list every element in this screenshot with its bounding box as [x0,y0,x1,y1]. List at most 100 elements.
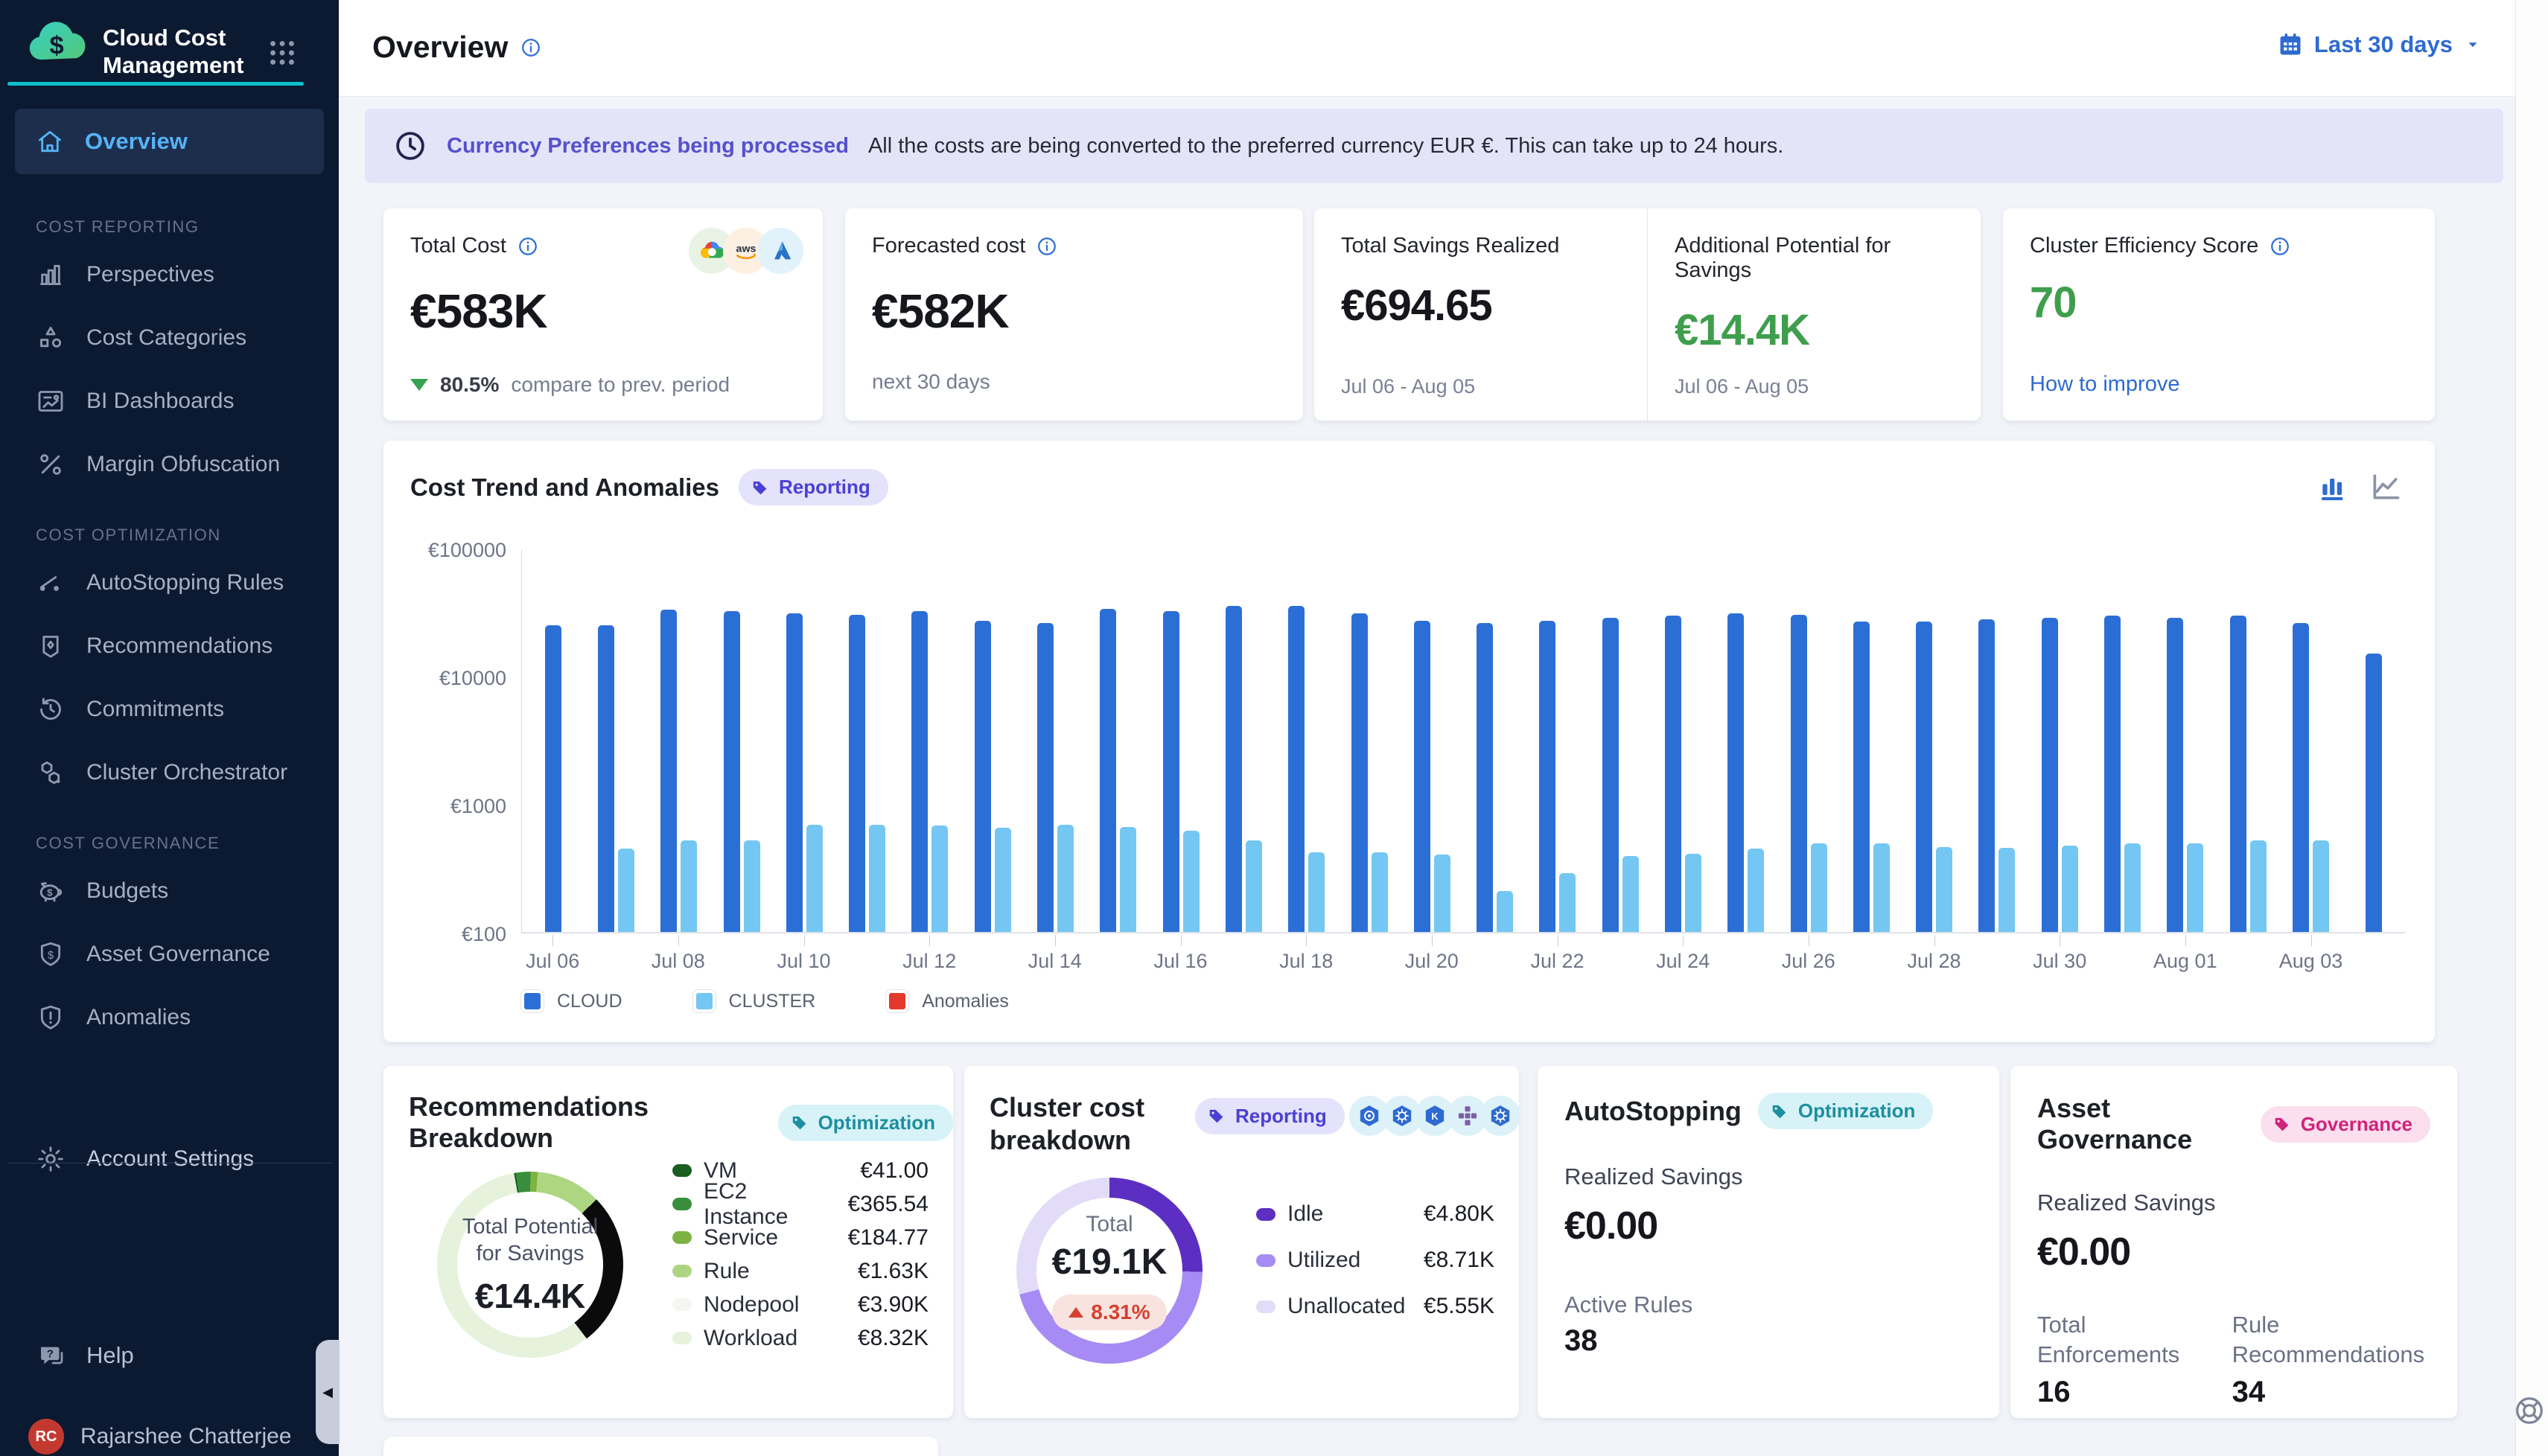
recommendations-donut-chart[interactable]: Total Potential for Savings €14.4K [437,1172,623,1358]
bar-cloud[interactable] [2293,623,2309,932]
chart-bar-group[interactable] [961,549,1024,932]
support-lifebuoy-icon[interactable] [2512,1393,2547,1428]
bar-cluster[interactable] [869,825,885,932]
chart-bar-group[interactable] [1840,549,1902,932]
bar-cluster[interactable] [2187,843,2203,932]
line-chart-toggle-icon[interactable] [2369,470,2402,503]
bar-cluster[interactable] [2062,846,2078,932]
chart-bar-group[interactable] [1463,549,1526,932]
legend-row-utilized[interactable]: Utilized€8.71K [1256,1237,1494,1283]
chart-bar-group[interactable] [1589,549,1652,932]
sidebar-item-asset-governance[interactable]: $Asset Governance [0,922,339,986]
legend-row-workload[interactable]: Workload€8.32K [672,1321,929,1355]
bar-cloud[interactable] [2167,618,2183,932]
bar-cluster[interactable] [1246,840,1262,932]
bar-cloud[interactable] [1477,623,1493,932]
bar-cloud[interactable] [1978,619,1995,932]
chart-bar-group[interactable] [1652,549,1714,932]
bar-cloud[interactable] [1727,613,1744,933]
bar-cluster[interactable] [1372,852,1388,932]
chart-bar-group[interactable] [1526,549,1589,932]
bar-cluster[interactable] [681,840,697,932]
bar-cluster[interactable] [1811,843,1827,932]
chart-bar-group[interactable] [2154,549,2217,932]
info-icon[interactable] [1036,235,1058,258]
legend-item-cloud[interactable]: CLOUD [521,990,622,1012]
bar-cluster[interactable] [806,825,823,932]
bar-cloud[interactable] [1163,611,1179,932]
bar-cloud[interactable] [660,610,677,932]
user-menu[interactable]: RC Rajarshee Chatterjee [28,1419,292,1455]
sidebar-item-overview[interactable]: Overview [15,109,324,174]
chart-bar-group[interactable] [773,549,835,932]
bar-cluster[interactable] [1873,843,1890,932]
bar-cloud[interactable] [1539,621,1555,932]
date-range-selector[interactable]: Last 30 days [2277,31,2482,58]
bar-cluster[interactable] [995,828,1011,932]
chart-bar-group[interactable] [1338,549,1401,932]
bar-cluster[interactable] [744,840,760,932]
bar-cloud[interactable] [1288,606,1305,932]
bar-cloud[interactable] [1602,618,1619,932]
info-icon[interactable] [520,36,542,59]
bar-cloud[interactable] [598,625,614,932]
sidebar-collapse-handle[interactable]: ◀ [316,1340,340,1444]
bar-cloud[interactable] [1100,609,1116,932]
legend-item-anomalies[interactable]: Anomalies [886,990,1009,1012]
bar-cluster[interactable] [2250,840,2267,932]
bar-cluster[interactable] [1748,849,1764,932]
info-icon[interactable] [517,235,539,258]
sidebar-item-bi-dashboards[interactable]: BI Dashboards [0,369,339,432]
chart-bar-group[interactable] [1150,549,1212,932]
bar-cluster[interactable] [1057,825,1074,932]
sidebar-item-cluster-orchestrator[interactable]: Cluster Orchestrator [0,741,339,804]
chart-bar-group[interactable] [585,549,647,932]
bar-cluster[interactable] [1183,831,1200,932]
chart-bar-group[interactable] [522,549,585,932]
bar-cloud[interactable] [1853,622,1870,932]
bar-cloud[interactable] [1414,621,1430,932]
bar-cloud[interactable] [1791,615,1807,932]
bar-cloud[interactable] [2230,616,2246,932]
chart-bar-group[interactable] [710,549,773,932]
legend-row-nodepool[interactable]: Nodepool€3.90K [672,1288,929,1321]
legend-row-idle[interactable]: Idle€4.80K [1256,1191,1494,1237]
bar-chart-toggle-icon[interactable] [2317,470,2350,503]
bar-cluster[interactable] [1434,855,1450,932]
chart-bar-group[interactable] [1903,549,1966,932]
bar-cluster[interactable] [1685,854,1701,932]
bar-cloud[interactable] [975,621,991,932]
bar-cloud[interactable] [2366,654,2382,932]
bar-cloud[interactable] [1037,623,1054,932]
bar-cloud[interactable] [1226,606,1242,932]
legend-row-ec2-instance[interactable]: EC2 Instance€365.54 [672,1187,929,1221]
bar-cluster[interactable] [1308,852,1325,932]
bar-cloud[interactable] [545,625,561,932]
chart-bar-group[interactable] [2279,549,2342,932]
sidebar-item-cost-categories[interactable]: Cost Categories [0,306,339,369]
chart-bar-group[interactable] [648,549,710,932]
legend-item-cluster[interactable]: CLUSTER [693,990,816,1012]
chart-bar-group[interactable] [1275,549,1338,932]
bar-cluster[interactable] [1936,847,1952,932]
bar-cluster[interactable] [1497,891,1513,932]
bar-cluster[interactable] [1559,873,1576,933]
module-grid-icon[interactable] [265,36,299,70]
sidebar-item-perspectives[interactable]: Perspectives [0,243,339,306]
sidebar-item-budgets[interactable]: $Budgets [0,859,339,922]
chart-bar-group[interactable] [1087,549,1150,932]
chart-bar-group[interactable] [1966,549,2028,932]
sidebar-item-recommendations[interactable]: Recommendations [0,614,339,677]
chart-bar-group[interactable] [1777,549,1840,932]
cluster-cost-donut-chart[interactable]: Total €19.1K 8.31% [1016,1178,1203,1364]
bar-cluster[interactable] [618,849,634,932]
legend-row-rule[interactable]: Rule€1.63K [672,1254,929,1288]
bar-cluster[interactable] [931,826,948,932]
bar-cloud[interactable] [849,615,865,932]
chart-bar-group[interactable] [2342,549,2405,932]
how-to-improve-link[interactable]: How to improve [2030,372,2179,397]
bar-cloud[interactable] [786,613,803,933]
chart-bar-group[interactable] [1401,549,1463,932]
chart-bar-group[interactable] [899,549,961,932]
sidebar-item-autostopping-rules[interactable]: AutoStopping Rules [0,551,339,614]
